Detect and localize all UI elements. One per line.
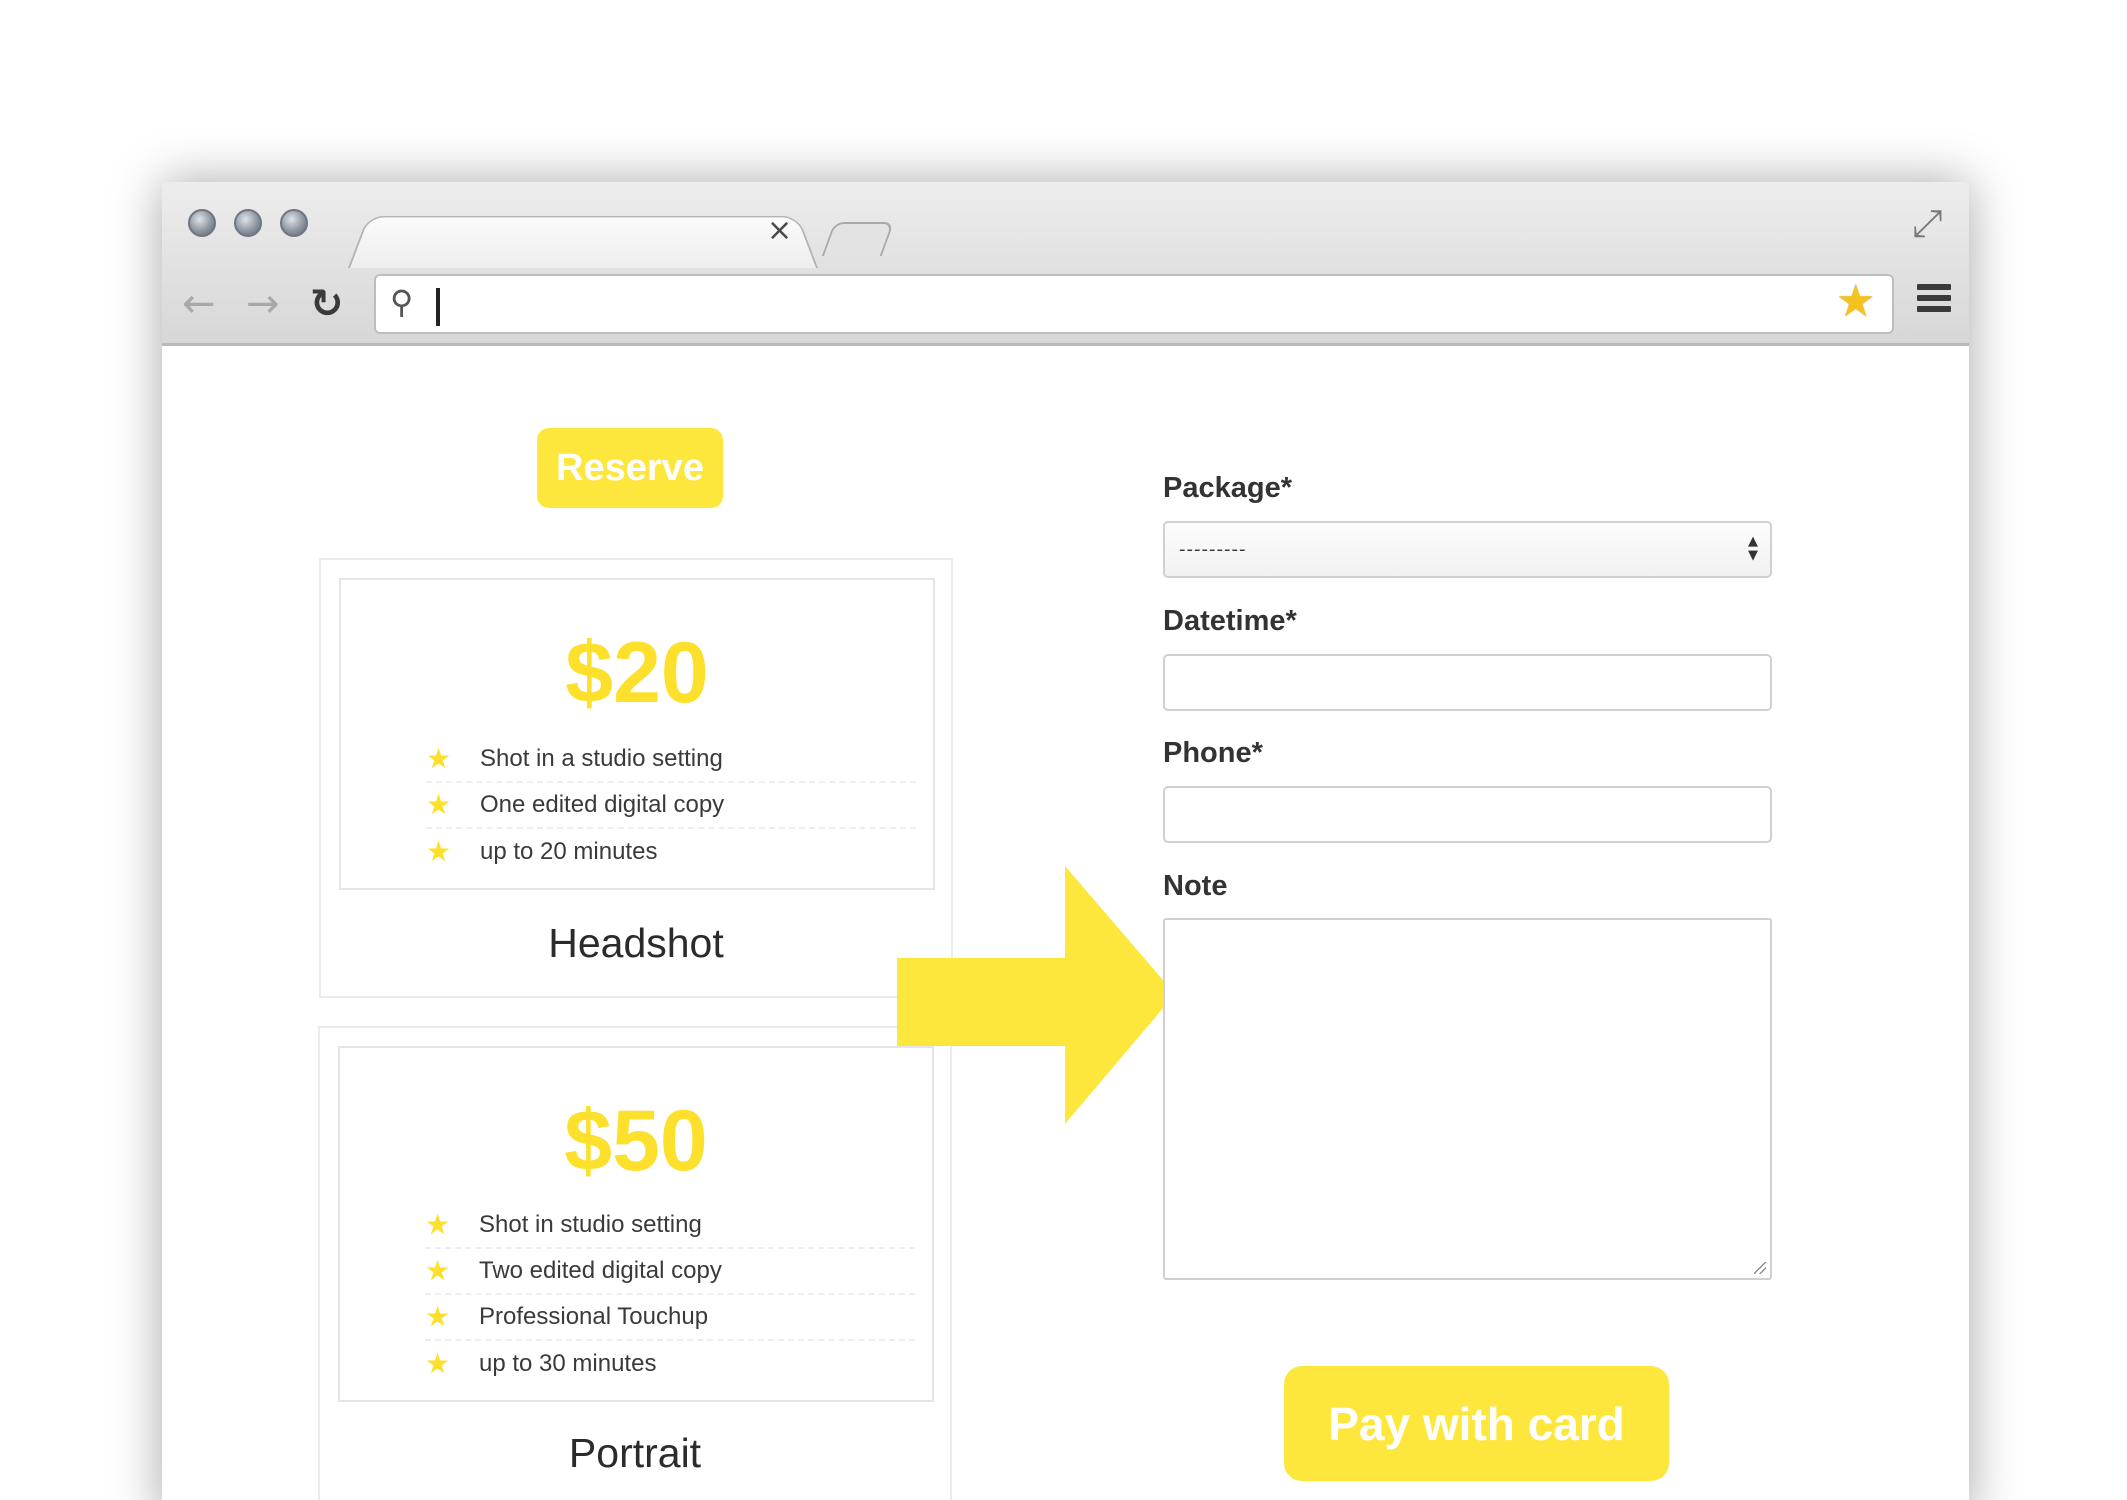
package-card-headshot[interactable]: $20 ★ Shot in a studio setting ★ One edite… [319, 558, 953, 998]
star-bullet-icon: ★ [426, 743, 452, 774]
feature-item: ★ Professional Touchup [425, 1295, 915, 1341]
window-minimize-light[interactable] [234, 209, 262, 237]
back-arrow-icon[interactable]: ← [182, 284, 216, 324]
phone-label: Phone* [1163, 737, 1263, 769]
resize-grip-icon[interactable] [1754, 1262, 1766, 1274]
feature-item: ★ up to 20 minutes [426, 829, 916, 875]
feature-list: ★ Shot in studio setting ★ Two edited digi… [425, 1203, 915, 1387]
star-bullet-icon: ★ [425, 1209, 451, 1240]
feature-text: Shot in studio setting [479, 1211, 702, 1238]
star-icon[interactable]: ★ [1836, 280, 1875, 324]
package-card-portrait[interactable]: $50 ★ Shot in studio setting ★ Two edited … [318, 1026, 952, 1500]
feature-text: up to 30 minutes [479, 1350, 657, 1377]
star-bullet-icon: ★ [425, 1348, 451, 1379]
expand-icon[interactable]: ⤢ [1912, 204, 1942, 242]
package-price: $50 [564, 1093, 708, 1189]
package-price: $20 [565, 625, 709, 721]
star-bullet-icon: ★ [426, 836, 452, 867]
window-zoom-light[interactable] [280, 209, 308, 237]
datetime-label: Datetime* [1163, 605, 1297, 637]
feature-text: Shot in a studio setting [480, 745, 723, 772]
arrow-right-icon [897, 866, 1175, 1124]
star-bullet-icon: ★ [425, 1301, 451, 1332]
package-details: $50 ★ Shot in studio setting ★ Two edited … [338, 1046, 934, 1402]
feature-item: ★ up to 30 minutes [425, 1341, 915, 1387]
forward-arrow-icon[interactable]: → [246, 284, 280, 324]
reserve-button[interactable]: Reserve [537, 428, 723, 508]
package-select[interactable]: --------- ▲ ▼ [1163, 521, 1772, 578]
package-select-value: --------- [1179, 539, 1247, 560]
feature-text: Two edited digital copy [479, 1257, 722, 1284]
text-caret [436, 288, 440, 326]
select-arrows-icon: ▲ ▼ [1748, 534, 1758, 563]
feature-text: Professional Touchup [479, 1303, 709, 1330]
star-bullet-icon: ★ [426, 789, 452, 820]
feature-item: ★ One edited digital copy [426, 783, 916, 829]
feature-item: ★ Shot in studio setting [425, 1203, 915, 1249]
address-bar[interactable]: ⚲ ★ [374, 274, 1894, 334]
feature-item: ★ Two edited digital copy [425, 1249, 915, 1295]
window-close-light[interactable] [188, 209, 216, 237]
package-name: Portrait [568, 1430, 702, 1476]
reload-icon[interactable]: ↻ [310, 284, 344, 324]
feature-item: ★ Shot in a studio setting [426, 737, 916, 783]
datetime-input[interactable] [1163, 654, 1772, 711]
feature-text: One edited digital copy [480, 791, 725, 818]
package-name: Headshot [548, 920, 724, 966]
new-tab-button[interactable] [821, 222, 895, 256]
pay-with-card-button[interactable]: Pay with card [1284, 1366, 1669, 1481]
menu-icon[interactable] [1917, 284, 1951, 317]
tab-close-icon[interactable]: × [767, 216, 792, 246]
star-bullet-icon: ★ [425, 1255, 451, 1286]
browser-tab[interactable] [348, 215, 818, 268]
note-textarea[interactable] [1163, 918, 1772, 1280]
feature-text: up to 20 minutes [480, 838, 658, 865]
package-details: $20 ★ Shot in a studio setting ★ One edite… [339, 578, 935, 890]
feature-list: ★ Shot in a studio setting ★ One edited di… [426, 737, 916, 875]
search-icon: ⚲ [390, 283, 414, 321]
phone-input[interactable] [1163, 786, 1772, 843]
stage: × ⤢ ← → ↻ ⚲ ★ Reserve $20 ★ Shot in a stu… [0, 0, 2127, 1500]
package-label: Package* [1163, 472, 1292, 504]
note-label: Note [1163, 870, 1228, 902]
browser-toolbar: × ⤢ ← → ↻ ⚲ ★ [162, 182, 1969, 346]
